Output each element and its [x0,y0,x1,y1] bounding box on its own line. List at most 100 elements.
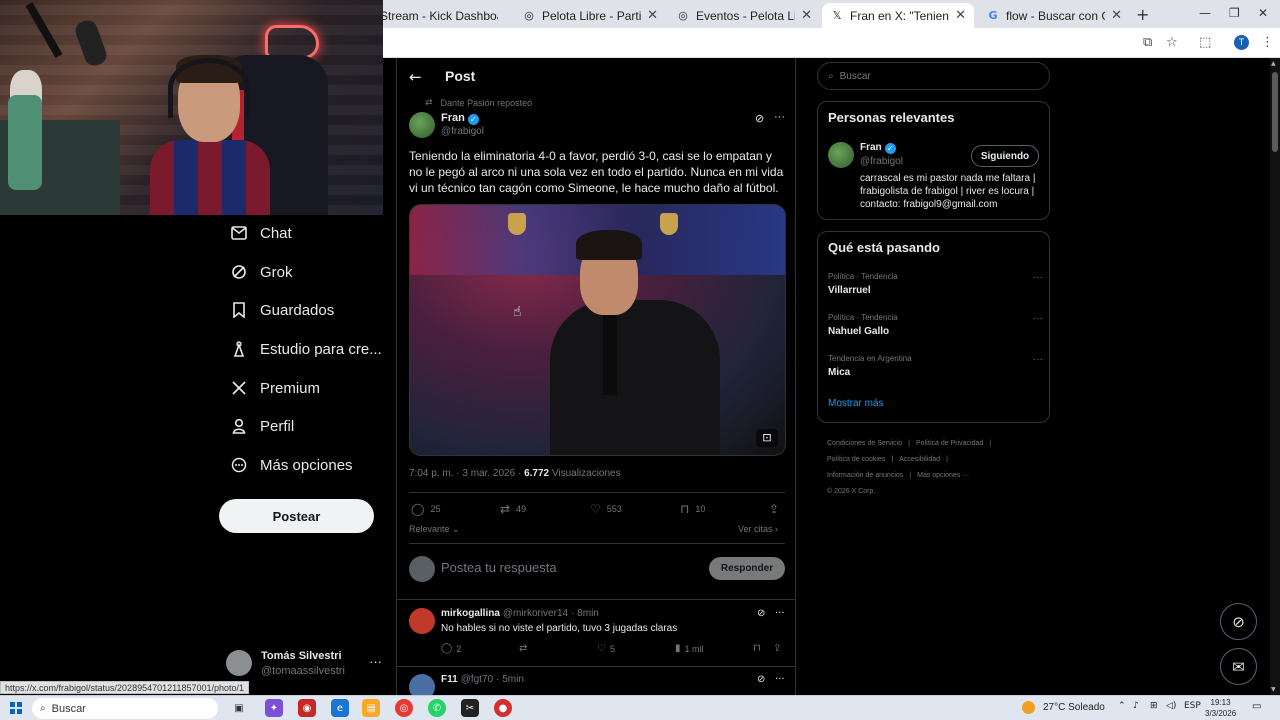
commenter-avatar[interactable] [409,608,435,634]
clock[interactable]: 19:13 3/3/2026 [1205,697,1236,719]
like-action[interactable]: ♡ 5 [597,643,615,654]
tab-pelota-libre[interactable]: ◎ Pelota Libre - Partidos de Fútb ✕ [514,3,666,28]
scrollbar-thumb[interactable] [1272,72,1278,152]
person-handle[interactable]: @frabigol [860,156,903,167]
weather-widget[interactable]: 27°C Soleado [1022,701,1105,714]
bookmark-action[interactable]: ⊓ 10 [680,502,705,516]
avatar[interactable] [828,142,854,168]
scroll-up-icon[interactable]: ▲ [1271,60,1276,67]
repost-action[interactable]: ⇄ 49 [500,502,526,516]
more-options-icon[interactable]: ··· [775,674,785,685]
chrome-icon[interactable]: ◎ [395,699,413,717]
comment-item[interactable]: F11 @fgt70 · 5min ⊘ ··· [397,674,795,695]
reply-button[interactable]: Responder [709,557,785,580]
nav-item-chat[interactable]: Chat [228,221,292,245]
file-explorer-icon[interactable]: ▤ [362,699,380,717]
volume-icon[interactable]: ◁) [1166,701,1176,711]
footer-link[interactable]: Información de anuncios [827,472,903,479]
cast-icon[interactable]: ⧉ [1143,35,1152,50]
post-photo[interactable]: ⊡ [409,204,786,456]
image-options-icon[interactable]: ⊡ [756,429,778,447]
profile-avatar[interactable]: T [1234,35,1249,50]
like-action[interactable]: ♡ 553 [590,502,622,516]
trend-item[interactable]: Política · Tendencia Nahuel Gallo ··· [828,313,1043,337]
grok-icon[interactable]: ⊘ [757,608,765,619]
commenter-avatar[interactable] [409,674,435,695]
close-window-button[interactable]: ✕ [1258,6,1268,20]
close-tab-icon[interactable]: ✕ [955,8,966,23]
footer-link[interactable]: Política de Privacidad [916,440,983,447]
star-icon[interactable]: ☆ [1166,35,1178,50]
grok-fab-button[interactable]: ⊘ [1220,603,1257,640]
nav-item-guardados[interactable]: Guardados [228,298,334,322]
new-tab-button[interactable]: + [1136,5,1149,24]
nav-item-grok[interactable]: Grok [228,260,293,284]
sort-dropdown[interactable]: Relevante ⌄ [409,524,460,535]
taskbar-search[interactable]: ⌕ Buscar [32,698,218,719]
commenter-name[interactable]: F11 @fgt70 · 5min [441,674,524,685]
tab-kick-dashboard[interactable]: Stream - Kick Dashboard [372,3,506,28]
copilot-icon[interactable]: ✦ [265,699,283,717]
post-button[interactable]: Postear [219,499,374,533]
more-options-icon[interactable]: ··· [775,608,785,619]
menu-icon[interactable]: ⋮ [1261,35,1274,50]
reply-action[interactable]: ◯ 25 [411,502,440,516]
back-arrow-icon[interactable]: ← [409,68,422,86]
tab-google[interactable]: G flow - Buscar con Google ✕ [978,3,1130,28]
footer-link[interactable]: Más opciones ··· [917,472,969,479]
nav-item-premium[interactable]: Premium [228,376,320,400]
share-action[interactable]: ⇪ [769,502,785,516]
network-icon[interactable]: ⊞ [1150,701,1158,711]
commenter-name[interactable]: mirkogallina @mirkoriver14 · 8min [441,608,599,619]
person-name[interactable]: Fran ✓ [860,142,896,154]
following-button[interactable]: Siguiendo [971,145,1039,167]
obs-icon[interactable]: ● [494,699,512,717]
close-tab-icon[interactable]: ✕ [1111,8,1122,23]
footer-link[interactable]: Política de cookies [827,456,885,463]
grok-icon[interactable]: ⊘ [757,674,765,685]
comment-item[interactable]: mirkogallina @mirkoriver14 · 8min ⊘ ··· No… [397,608,795,664]
more-options-icon[interactable]: ··· [1033,313,1043,324]
capcut-icon[interactable]: ✂ [461,699,479,717]
trend-item[interactable]: Política · Tendencia Villarruel ··· [828,272,1043,296]
edge-icon[interactable]: e [331,699,349,717]
author-handle[interactable]: @frabigol [441,126,484,137]
grok-icon[interactable]: ⊘ [755,112,764,125]
reply-input[interactable]: Postea tu respuesta [441,560,557,575]
messages-fab-button[interactable]: ✉ [1220,648,1257,685]
account-switcher[interactable]: Tomás Silvestri @tomaassilvestri ··· [226,648,386,680]
author-avatar[interactable] [409,112,435,138]
more-options-icon[interactable]: ··· [1033,354,1043,365]
bookmark-action[interactable]: ⊓ [753,643,765,654]
close-tab-icon[interactable]: ✕ [647,8,658,23]
nav-item-mas-opciones[interactable]: Más opciones [228,453,353,477]
minimize-button[interactable]: — [1199,6,1211,20]
media-app-icon[interactable]: ◉ [298,699,316,717]
repost-label[interactable]: Dante Pasión reposteó [441,98,533,108]
author-name[interactable]: Fran ✓ [441,112,479,125]
tab-eventos[interactable]: ◎ Eventos - Pelota Libre TV ✕ [668,3,820,28]
microphone-icon[interactable]: ♪ [1133,701,1139,711]
view-quotes-link[interactable]: Ver citas › [738,524,778,534]
tab-x-post[interactable]: 𝕏 Fran en X: "Teniendo la elimin ✕ [822,3,974,28]
windows-start-icon[interactable] [10,702,22,714]
views-action[interactable]: ▮ 1 mil [675,643,704,654]
share-action[interactable]: ⇪ [773,643,785,654]
footer-link[interactable]: Accesibilidad [899,456,940,463]
post-time[interactable]: 7:04 p. m. · 3 mar. 2026 · [409,468,524,479]
search-input[interactable]: ⌕ Buscar [817,62,1050,90]
repost-action[interactable]: ⇄ [519,643,531,654]
scrollbar[interactable] [1270,58,1280,695]
more-icon[interactable]: ··· [369,654,382,669]
scroll-down-icon[interactable]: ▼ [1271,686,1276,693]
more-options-icon[interactable]: ··· [774,111,785,123]
chevron-up-icon[interactable]: ⌃ [1118,701,1126,711]
more-options-icon[interactable]: ··· [1033,272,1043,283]
nav-item-estudio[interactable]: Estudio para cre... [228,337,382,361]
language-indicator[interactable]: ESP [1184,701,1201,711]
restore-button[interactable]: ❐ [1229,6,1240,20]
extensions-icon[interactable]: ⬚ [1199,35,1211,50]
whatsapp-icon[interactable]: ✆ [428,699,446,717]
nav-item-perfil[interactable]: Perfil [228,414,294,438]
notification-icon[interactable]: ▭ [1252,701,1261,712]
